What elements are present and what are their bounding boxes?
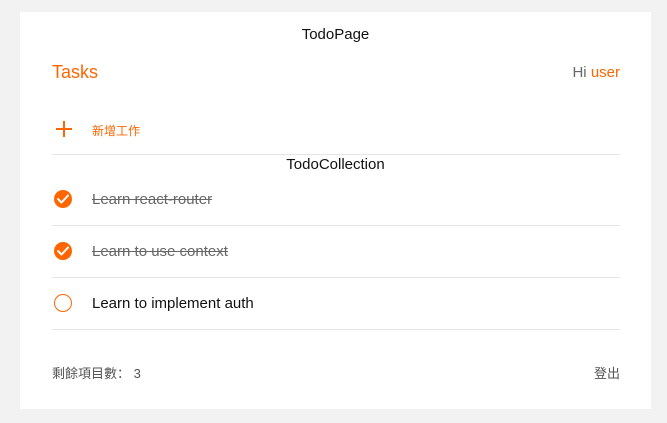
checked-circle-icon[interactable] [54,242,72,260]
add-todo-label: 新增工作 [92,124,141,138]
greeting-hi: Hi [572,64,587,81]
divider [52,154,620,155]
unchecked-circle-icon[interactable] [54,294,72,312]
checked-circle-icon[interactable] [54,190,72,208]
greeting: Hi user [572,64,620,81]
remaining-number: 3 [133,366,141,381]
todo-item[interactable]: Learn react-router [52,186,620,237]
todo-title: Learn react-router [92,191,213,208]
todo-item[interactable]: Learn to implement auth [52,290,620,341]
todo-title: Learn to implement auth [92,295,254,312]
todo-title: Learn to use context [92,243,228,260]
greeting-username: user [590,64,620,81]
todo-item[interactable]: Learn to use context [52,238,620,289]
add-todo-button[interactable]: 新增工作 [52,117,620,155]
remaining-count: 剩餘項目數： 3 [52,363,141,382]
divider [52,329,620,330]
header: Tasks Hi user [52,62,620,86]
logout-button[interactable]: 登出 [594,363,620,382]
todo-card: TodoPage Tasks Hi user 新增工作 TodoCollecti… [20,12,651,409]
divider [52,225,620,226]
tasks-title: Tasks [52,62,99,82]
footer: 剩餘項目數： 3 登出 [52,363,620,383]
remaining-label: 剩餘項目數： [52,366,131,381]
collection-title: TodoCollection [286,156,385,173]
page-title: TodoPage [301,26,370,43]
divider [52,277,620,278]
plus-icon [56,121,72,137]
